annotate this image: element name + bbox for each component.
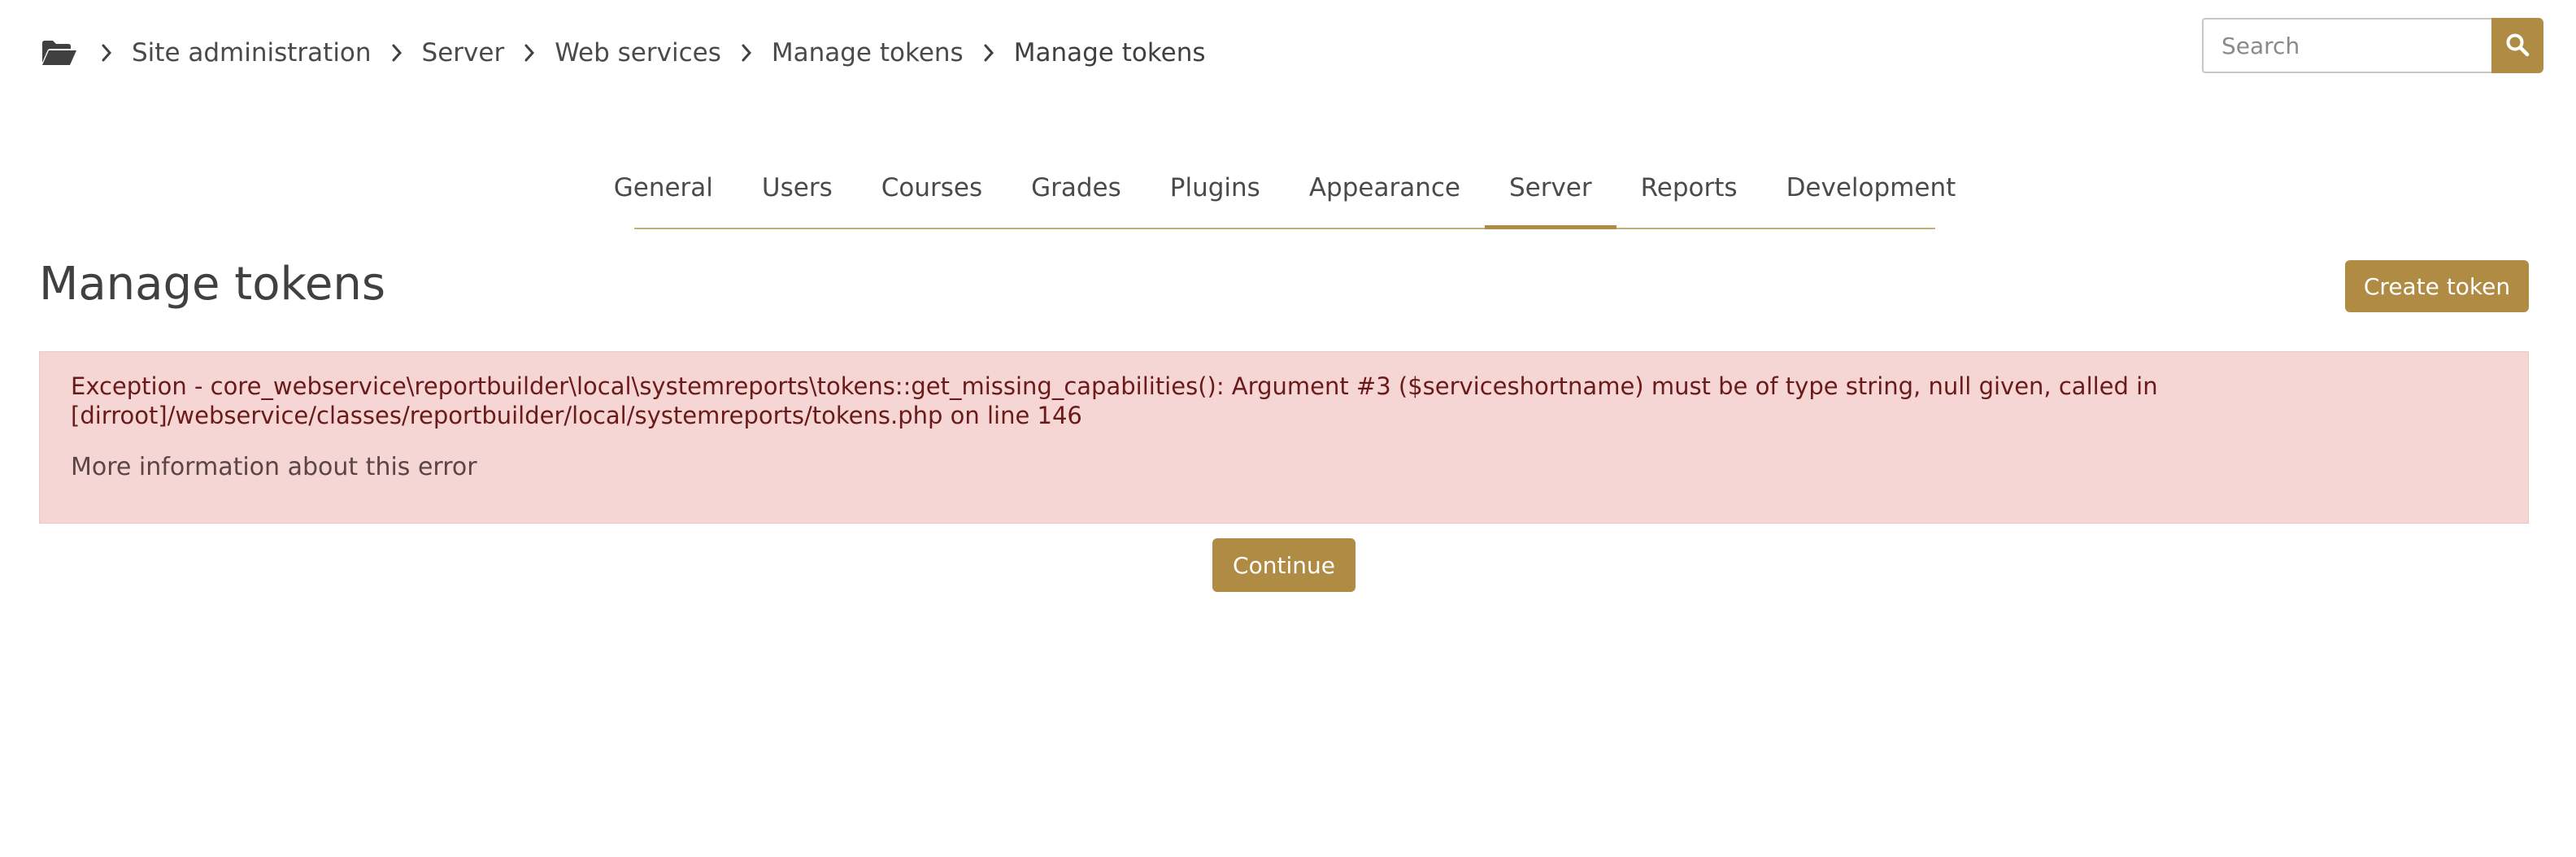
breadcrumb: Site administration Server Web services … [41, 31, 1221, 75]
error-message: Exception - core_webservice\reportbuilde… [71, 372, 2158, 429]
chevron-right-icon [522, 41, 537, 64]
breadcrumb-manage-tokens[interactable]: Manage tokens [772, 38, 964, 67]
tab-plugins[interactable]: Plugins [1146, 148, 1285, 228]
page-title: Manage tokens [39, 258, 386, 311]
tab-grades[interactable]: Grades [1007, 148, 1146, 228]
tab-general[interactable]: General [590, 148, 738, 228]
tab-courses[interactable]: Courses [857, 148, 1007, 228]
page: Site administration Server Web services … [0, 0, 2576, 857]
tab-development[interactable]: Development [1762, 148, 1981, 228]
continue-button[interactable]: Continue [1212, 538, 1355, 592]
tab-users[interactable]: Users [738, 148, 857, 228]
admin-tabs: General Users Courses Grades Plugins App… [614, 148, 1956, 229]
tab-server[interactable]: Server [1484, 148, 1617, 229]
error-alert: Exception - core_webservice\reportbuilde… [39, 351, 2529, 524]
tab-reports[interactable]: Reports [1617, 148, 1762, 228]
chevron-right-icon [739, 41, 754, 64]
search-icon [2505, 33, 2530, 59]
create-token-button[interactable]: Create token [2345, 260, 2529, 312]
breadcrumb-current: Manage tokens [1013, 38, 1206, 67]
chevron-right-icon [389, 41, 404, 64]
breadcrumb-site-administration[interactable]: Site administration [132, 38, 372, 67]
search-input[interactable] [2202, 18, 2491, 73]
chevron-right-icon [981, 41, 996, 64]
search-bar [2202, 18, 2543, 73]
chevron-right-icon [99, 41, 114, 64]
breadcrumb-server[interactable]: Server [422, 38, 505, 67]
folder-open-icon[interactable] [41, 38, 78, 67]
error-more-info-link[interactable]: More information about this error [71, 453, 2497, 482]
tab-appearance[interactable]: Appearance [1285, 148, 1485, 228]
breadcrumb-web-services[interactable]: Web services [555, 38, 721, 67]
search-button[interactable] [2491, 18, 2543, 73]
